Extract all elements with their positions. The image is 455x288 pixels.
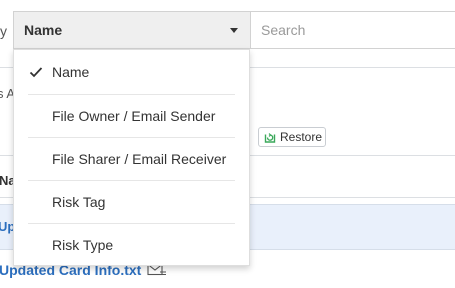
menu-item-label: Risk Type <box>52 236 114 253</box>
checkmark-icon <box>28 64 44 80</box>
menu-item-label: File Sharer / Email Receiver <box>52 150 227 167</box>
search-by-label-fragment: y <box>0 23 7 39</box>
search-input[interactable] <box>251 11 455 49</box>
search-by-dropdown-menu: Name File Owner / Email Sender File Shar… <box>13 49 250 266</box>
search-by-selected-value: Name <box>24 22 63 38</box>
search-by-select[interactable]: Name <box>13 11 251 49</box>
menu-item-label: Risk Tag <box>52 193 106 210</box>
menu-item-file-owner-email-sender[interactable]: File Owner / Email Sender <box>14 94 249 137</box>
menu-item-name[interactable]: Name <box>14 50 249 94</box>
menu-item-risk-tag[interactable]: Risk Tag <box>14 180 249 223</box>
restore-button[interactable]: Restore <box>258 127 326 147</box>
menu-item-risk-type[interactable]: Risk Type <box>14 223 249 266</box>
restore-icon <box>263 130 277 144</box>
caret-down-icon <box>230 27 238 33</box>
menu-item-label: File Owner / Email Sender <box>52 107 216 124</box>
restore-label: Restore <box>280 130 323 144</box>
menu-item-file-sharer-email-receiver[interactable]: File Sharer / Email Receiver <box>14 137 249 180</box>
page: y s A Restore Na Up Updated Card Info.tx… <box>0 0 455 288</box>
menu-item-label: Name <box>52 64 90 80</box>
